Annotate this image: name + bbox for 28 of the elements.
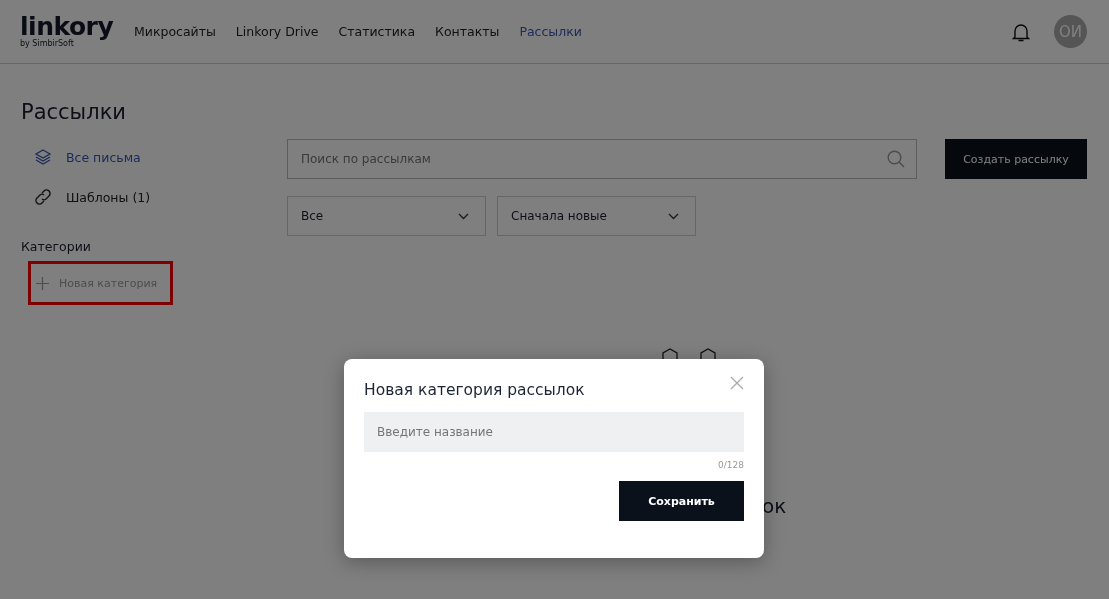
nav-link[interactable]: Linkory Drive — [235, 24, 319, 39]
dialog-title: Новая категория рассылок — [364, 381, 585, 399]
search-field[interactable]: Поиск по рассылкам — [287, 139, 917, 179]
nav-link[interactable]: Контакты — [435, 24, 500, 39]
empty-state-title: ок — [762, 494, 788, 518]
save-button[interactable]: Сохранить — [619, 481, 744, 521]
sidebar-item[interactable]: Все письма — [21, 137, 287, 177]
name-input-field[interactable]: Введите название — [364, 412, 744, 452]
plus-icon — [36, 276, 49, 290]
bell-icon[interactable] — [1012, 21, 1030, 42]
chevron-down-icon — [668, 212, 679, 220]
filter-dropdown[interactable]: Сначала новые — [497, 196, 696, 236]
nav-link[interactable]: Рассылки — [519, 24, 582, 39]
nav-link[interactable]: Статистика — [338, 24, 416, 39]
logo-wordmark[interactable]: linkory — [20, 15, 134, 39]
hexagon-drawing — [662, 348, 716, 359]
categories-heading: Категории — [21, 239, 92, 254]
create-mailing-button[interactable]: Создать рассылку — [945, 139, 1087, 179]
filter-dropdown[interactable]: Все — [287, 196, 486, 236]
link-icon — [34, 188, 52, 206]
layers-icon — [34, 148, 52, 166]
nav-link[interactable]: Микросайты — [134, 24, 216, 39]
character-counter: 0/128 — [717, 460, 744, 470]
search-icon — [887, 150, 905, 168]
page-title: Рассылки — [21, 100, 127, 124]
logo-tagline: by SimbirSoft — [20, 39, 74, 48]
chevron-down-icon — [458, 212, 469, 220]
sidebar-item[interactable]: Шаблоны (1) — [21, 177, 287, 217]
